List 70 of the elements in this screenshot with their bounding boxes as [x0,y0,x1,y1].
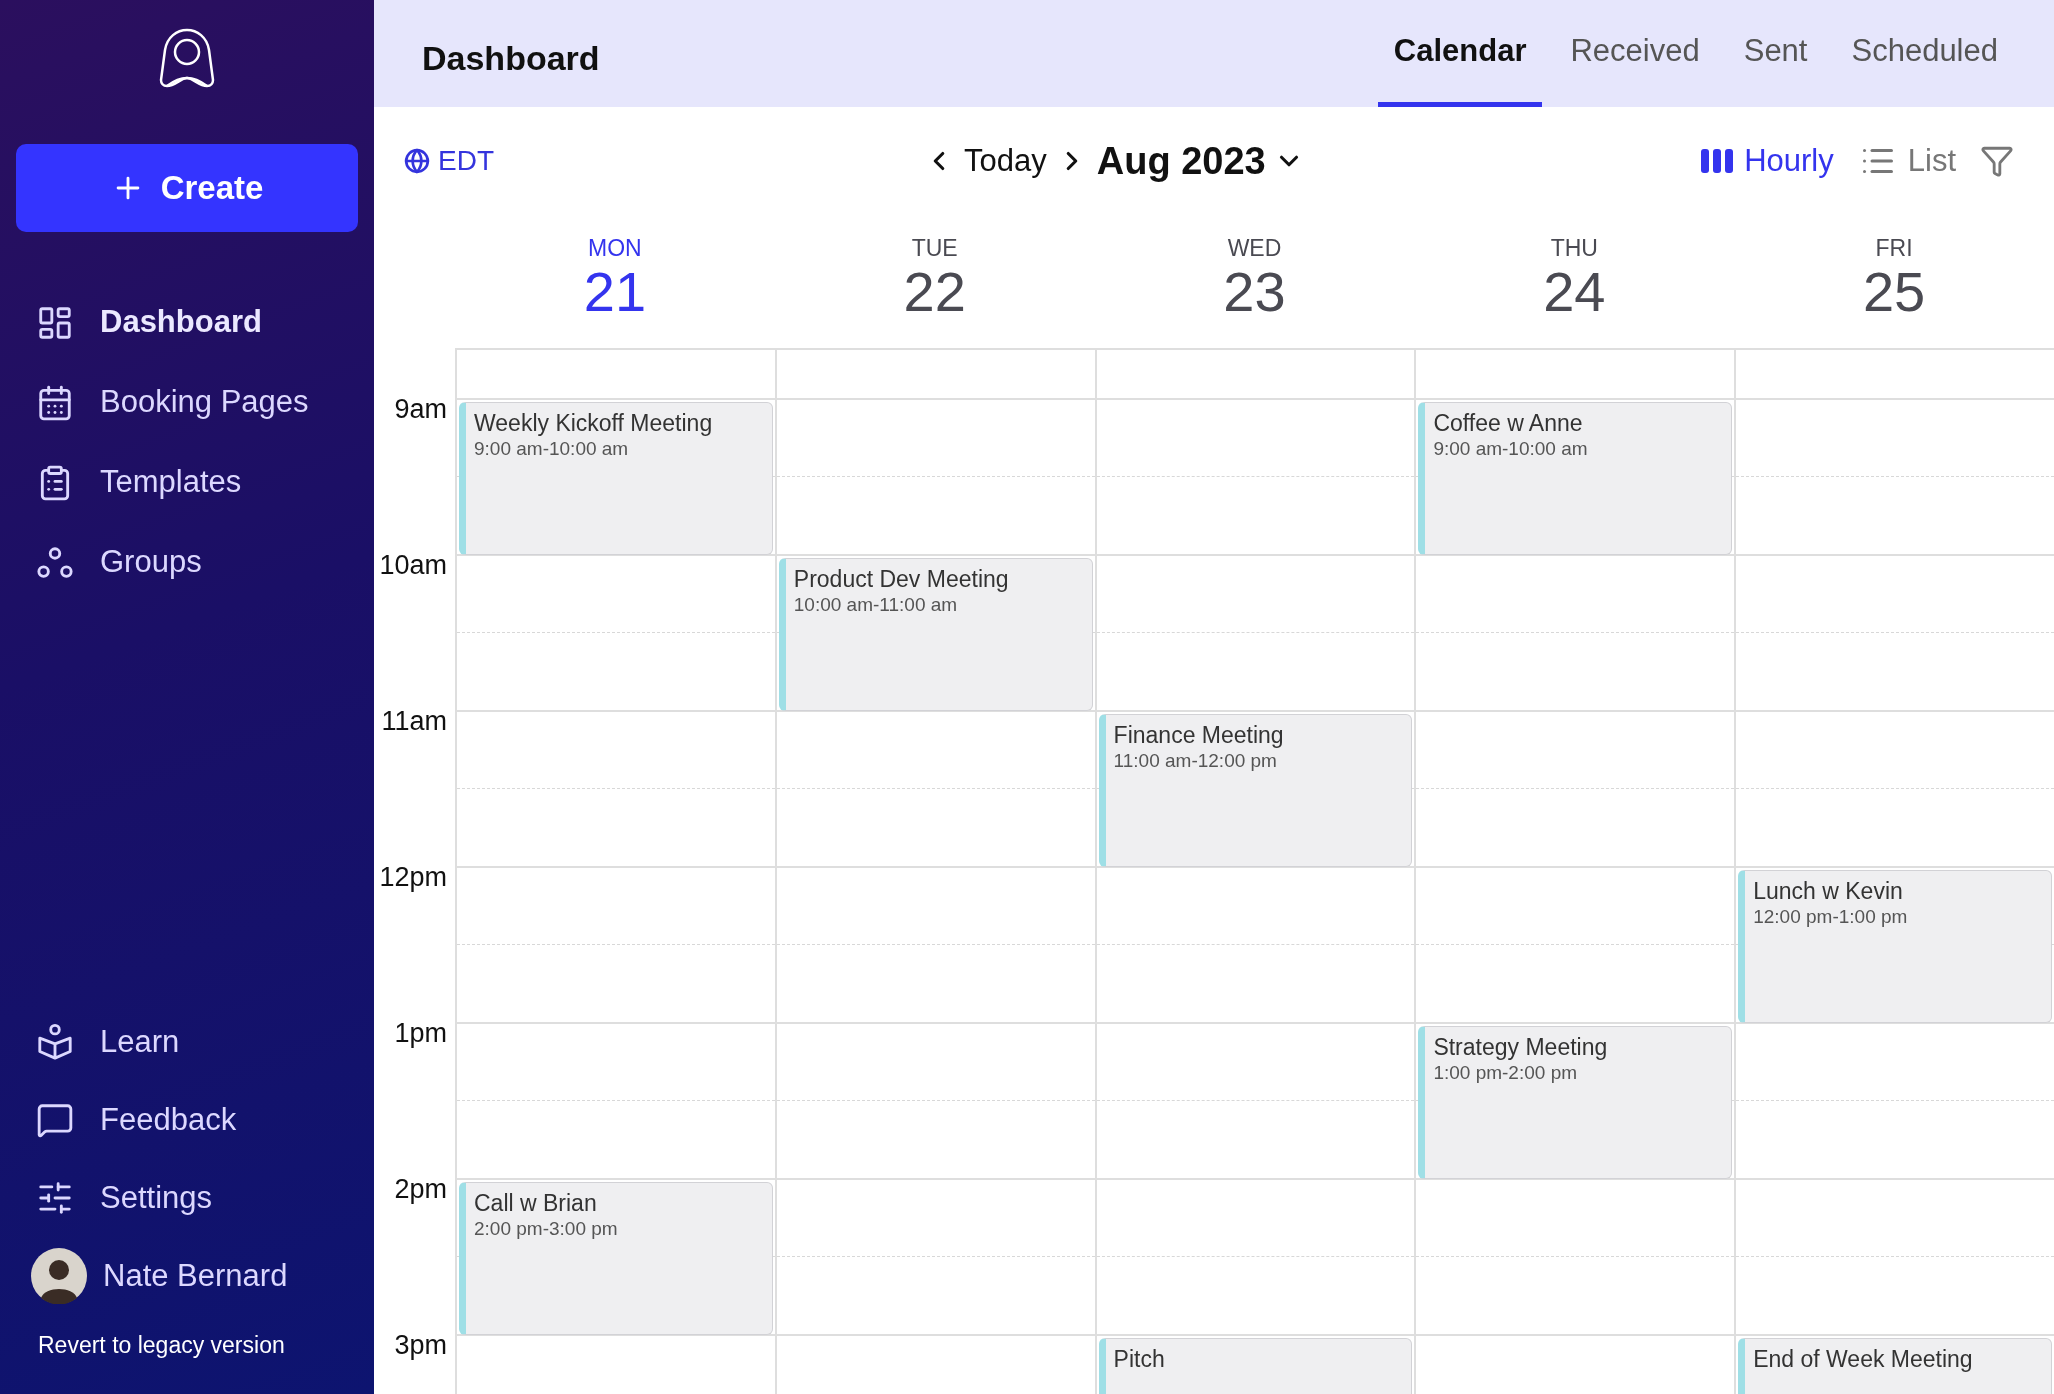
event-time: 10:00 am-11:00 am [793,593,959,617]
date-number: 23 [1223,261,1286,323]
event-title: Finance Meeting [1113,721,1285,749]
event-time: 2:00 pm-3:00 pm [474,1217,619,1241]
event-title: Product Dev Meeting [793,565,1010,593]
nav-item[interactable]: Templates [16,454,358,511]
nav-item[interactable]: Booking Pages [16,374,358,431]
event-title: Strategy Meeting [1433,1033,1609,1061]
view-toggle[interactable]: Hourly [1700,137,1834,185]
event-card[interactable]: End of Week Meeting [1738,1338,2052,1394]
event-time: 9:00 am-10:00 am [1433,437,1589,461]
hour-label: 9am [394,394,447,424]
weekday-label: FRI [1875,235,1913,261]
nav-item[interactable]: Settings [16,1169,358,1227]
event-title: Call w Brian [474,1189,598,1217]
tab[interactable]: Calendar [1377,0,1543,107]
weekday-label: WED [1227,235,1282,261]
hour-label: 11am [381,706,447,736]
event-time: 1:00 pm-2:00 pm [1433,1061,1579,1085]
event-card[interactable]: Pitch [1098,1338,1413,1394]
date-number: 21 [583,261,647,323]
event-time: 12:00 pm-1:00 pm [1753,905,1909,929]
month-picker[interactable]: Aug 2023 [1096,132,1304,190]
tab[interactable]: Sent [1727,0,1824,107]
user-profile[interactable]: Nate Bernard [16,1247,358,1305]
timezone-button[interactable]: EDT [404,140,924,182]
avatar-icon [31,1248,87,1304]
page-title: Dashboard [422,38,600,79]
event-card[interactable]: Call w Brian 2:00 pm-3:00 pm [459,1182,773,1335]
event-title: Weekly Kickoff Meeting [474,409,714,437]
view-toggle[interactable]: List [1857,137,1956,185]
weekday-label: TUE [911,235,958,261]
date-number: 24 [1543,261,1606,323]
event-title: Lunch w Kevin [1753,877,1904,905]
hour-label: 10am [379,550,447,580]
weekday-label: THU [1550,235,1598,261]
hour-label: 3pm [394,1330,447,1360]
date-number: 22 [903,261,966,323]
nav-item[interactable]: Dashboard [16,294,358,351]
hour-label: 2pm [394,1174,447,1204]
nav-item[interactable]: Groups [16,534,358,591]
event-title: End of Week Meeting [1753,1345,1974,1373]
event-title: Pitch [1113,1345,1166,1373]
nav-item[interactable]: Learn [16,1013,358,1071]
tab[interactable]: Scheduled [1835,0,2014,107]
today-button[interactable]: Today [964,137,1047,185]
calendar-icon [36,383,74,422]
nav-item[interactable]: Feedback [16,1091,358,1149]
event-card[interactable]: Lunch w Kevin 12:00 pm-1:00 pm [1738,870,2052,1023]
event-card[interactable]: Product Dev Meeting 10:00 am-11:00 am [778,558,1093,711]
weekday-label: MON [588,235,642,261]
legacy-version-link[interactable]: Revert to legacy version [16,1327,358,1362]
create-button[interactable]: Create [16,144,358,232]
event-card[interactable]: Coffee w Anne 9:00 am-10:00 am [1418,402,1733,555]
event-card[interactable]: Weekly Kickoff Meeting 9:00 am-10:00 am [459,402,773,555]
tab[interactable]: Received [1554,0,1716,107]
date-number: 25 [1862,261,1926,323]
event-card[interactable]: Strategy Meeting 1:00 pm-2:00 pm [1418,1026,1733,1179]
chat-bubble-icon [36,1101,74,1139]
book-person-icon [36,1023,74,1061]
event-time: 9:00 am-10:00 am [474,437,630,461]
hour-label: 12pm [379,862,447,892]
event-time: 11:00 am-12:00 pm [1113,749,1278,773]
settings-icon [36,1179,74,1217]
event-card[interactable]: Finance Meeting 11:00 am-12:00 pm [1098,714,1413,867]
hour-label: 1pm [394,1018,447,1048]
globe-icon [404,148,430,174]
columns-icon [1700,148,1735,174]
event-title: Coffee w Anne [1433,409,1584,437]
filter-icon[interactable] [1980,144,2014,178]
